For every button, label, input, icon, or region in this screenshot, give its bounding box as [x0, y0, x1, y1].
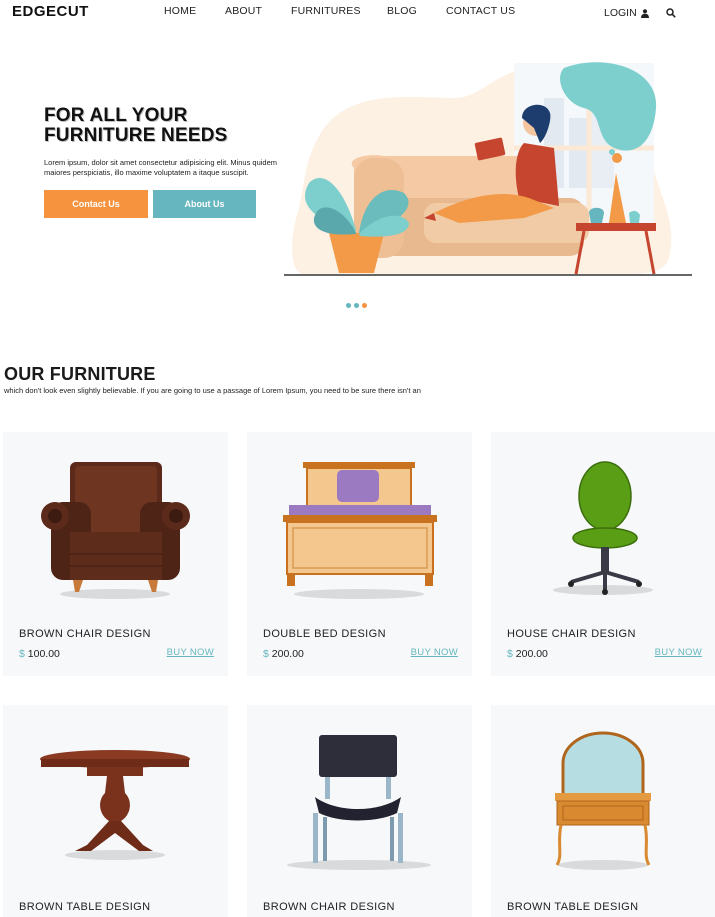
product-name: BROWN TABLE DESIGN — [507, 901, 639, 913]
product-card: BROWN CHAIR DESIGN — [247, 705, 472, 917]
product-card: BROWN CHAIR DESIGN $ 100.00 BUY NOW — [3, 432, 228, 676]
product-name: BROWN CHAIR DESIGN — [263, 901, 395, 913]
product-card: BROWN TABLE DESIGN — [491, 705, 715, 917]
product-price: $ 100.00 — [19, 648, 60, 660]
site-header: EDGECUT HOME ABOUT FURNITURES BLOG CONTA… — [0, 0, 715, 26]
login-label: LOGIN — [604, 7, 637, 19]
product-card: BROWN TABLE DESIGN — [3, 705, 228, 917]
price-value: 200.00 — [271, 648, 304, 660]
slider-dots — [346, 303, 367, 308]
buy-now-link[interactable]: BUY NOW — [411, 647, 458, 658]
search-icon[interactable] — [666, 8, 676, 18]
bed-icon — [283, 462, 437, 599]
currency-symbol: $ — [263, 648, 269, 660]
login-link[interactable]: LOGIN — [604, 7, 649, 19]
buy-now-link[interactable]: BUY NOW — [655, 647, 702, 658]
product-name: DOUBLE BED DESIGN — [263, 628, 386, 640]
contact-us-button[interactable]: Contact Us — [44, 190, 148, 218]
price-value: 200.00 — [515, 648, 548, 660]
hero-title-line2: FURNITURE NEEDS — [44, 125, 228, 146]
nav-home[interactable]: HOME — [164, 5, 196, 17]
product-price: $ 200.00 — [507, 648, 548, 660]
section-title: OUR FURNITURE — [4, 364, 156, 384]
section-subtitle: which don't look even slightly believabl… — [4, 386, 421, 395]
about-us-button[interactable]: About Us — [153, 190, 256, 218]
product-price: $ 200.00 — [263, 648, 304, 660]
hero-title: FOR ALL YOUR FURNITURE NEEDS — [44, 106, 228, 146]
user-icon — [640, 8, 649, 18]
product-card: HOUSE CHAIR DESIGN $ 200.00 BUY NOW — [491, 432, 715, 676]
hero-description: Lorem ipsum, dolor sit amet consectetur … — [44, 158, 278, 177]
price-value: 100.00 — [27, 648, 60, 660]
slider-dot[interactable] — [354, 303, 359, 308]
nav-contact[interactable]: CONTACT US — [446, 5, 515, 17]
product-card: DOUBLE BED DESIGN $ 200.00 BUY NOW — [247, 432, 472, 676]
chair-icon — [287, 735, 431, 870]
hero-illustration — [284, 62, 692, 276]
product-name: HOUSE CHAIR DESIGN — [507, 628, 636, 640]
currency-symbol: $ — [507, 648, 513, 660]
office-chair-icon — [553, 461, 653, 595]
currency-symbol: $ — [19, 648, 25, 660]
slider-dot[interactable] — [346, 303, 351, 308]
product-name: BROWN CHAIR DESIGN — [19, 628, 151, 640]
buy-now-link[interactable]: BUY NOW — [167, 647, 214, 658]
round-table-icon — [40, 750, 190, 860]
hero-title-line1: FOR ALL YOUR — [44, 105, 188, 126]
dressing-table-icon — [555, 731, 651, 870]
nav-furnitures[interactable]: FURNITURES — [291, 5, 361, 17]
armchair-icon — [41, 462, 190, 599]
nav-about[interactable]: ABOUT — [225, 5, 262, 17]
nav-blog[interactable]: BLOG — [387, 5, 417, 17]
product-name: BROWN TABLE DESIGN — [19, 901, 151, 913]
slider-dot-active[interactable] — [362, 303, 367, 308]
